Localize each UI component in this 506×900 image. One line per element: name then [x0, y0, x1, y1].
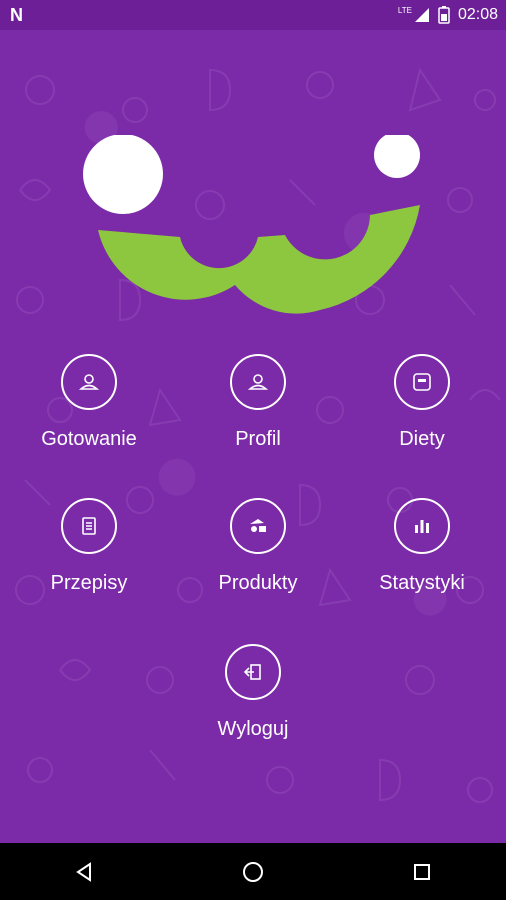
- lte-label: LTE: [397, 5, 412, 15]
- status-bar: N LTE 02:08: [0, 0, 506, 30]
- back-triangle-icon: [76, 861, 92, 882]
- menu-label: Gotowanie: [41, 428, 137, 450]
- menu-item-gotowanie[interactable]: Gotowanie: [14, 354, 164, 451]
- scale-icon: [394, 354, 450, 410]
- recents-square-icon: [413, 863, 430, 880]
- menu-item-statystyki[interactable]: Statystyki: [347, 498, 497, 595]
- menu-item-wyloguj[interactable]: Wyloguj: [178, 644, 328, 741]
- home-button[interactable]: [233, 852, 273, 892]
- person-icon: [230, 354, 286, 410]
- back-button[interactable]: [64, 852, 104, 892]
- menu-item-diety[interactable]: Diety: [347, 354, 497, 451]
- notification-logo-icon: N: [10, 5, 23, 25]
- clock: 02:08: [457, 6, 498, 23]
- menu-label: Produkty: [218, 572, 298, 594]
- menu-label: Profil: [235, 428, 281, 450]
- menu-item-produkty[interactable]: Produkty: [183, 498, 333, 595]
- signal-icon: [414, 8, 429, 22]
- groceries-icon: [230, 498, 286, 554]
- app-main: Gotowanie Profil Diety Przepisy Produkty…: [0, 30, 506, 843]
- menu-item-profil[interactable]: Profil: [183, 354, 333, 451]
- recents-button[interactable]: [402, 852, 442, 892]
- person-icon: [61, 354, 117, 410]
- status-icons: LTE 02:08: [398, 6, 498, 24]
- document-icon: [61, 498, 117, 554]
- system-navigation-bar: [0, 843, 506, 900]
- menu-label: Wyloguj: [217, 718, 289, 740]
- battery-icon: [438, 6, 450, 24]
- menu-item-przepisy[interactable]: Przepisy: [14, 498, 164, 595]
- menu-label: Statystyki: [379, 572, 465, 594]
- home-circle-icon: [242, 861, 263, 882]
- logout-icon: [225, 644, 281, 700]
- menu-label: Diety: [399, 428, 445, 450]
- app-logo: [83, 135, 420, 314]
- bar-chart-icon: [394, 498, 450, 554]
- menu-label: Przepisy: [50, 572, 128, 594]
